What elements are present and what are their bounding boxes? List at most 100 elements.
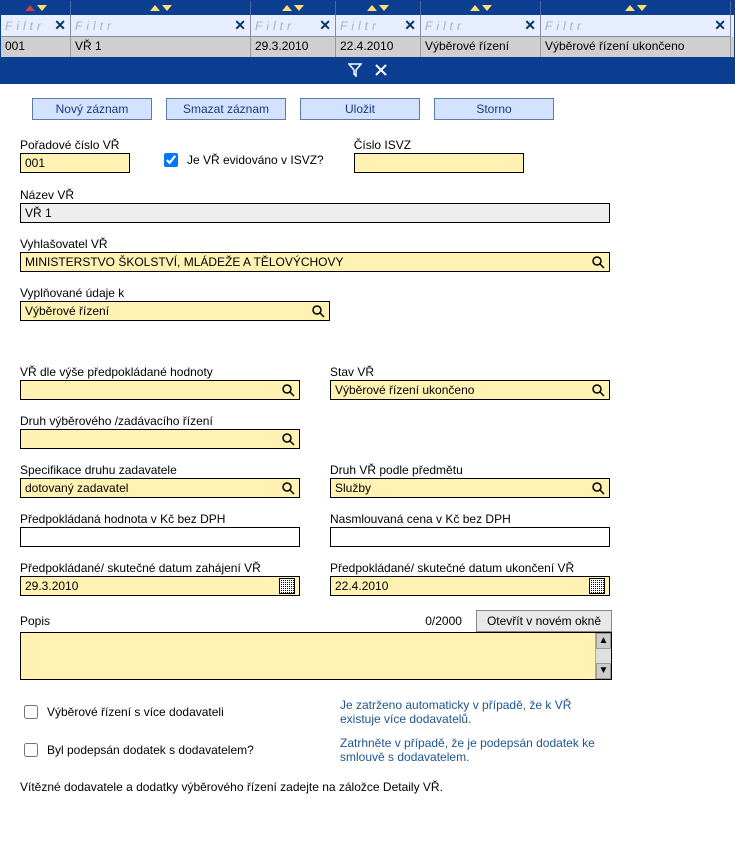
new-record-button[interactable]: Nový záznam — [32, 98, 152, 120]
cancel-button[interactable]: Storno — [434, 98, 554, 120]
grid-footer — [1, 57, 734, 83]
expected-price-input[interactable] — [20, 527, 300, 547]
amendment-checkbox[interactable] — [24, 743, 38, 757]
sort-cell[interactable] — [336, 1, 421, 15]
filter-cell[interactable]: Filtr✕ — [421, 15, 541, 37]
desc-counter: 0/2000 — [425, 614, 462, 628]
grid-sort-row — [1, 1, 734, 15]
scrollbar[interactable]: ▲ ▼ — [595, 633, 611, 679]
data-cell: Výběrové řízení ukončeno — [541, 37, 731, 57]
filter-placeholder: Filtr — [75, 19, 115, 33]
lookup-icon[interactable] — [591, 481, 605, 495]
sort-asc-icon — [470, 5, 480, 11]
scroll-down-icon[interactable]: ▼ — [596, 663, 611, 679]
clear-filter-icon[interactable]: ✕ — [524, 17, 536, 34]
data-grid: Filtr✕ Filtr✕ Filtr✕ Filtr✕ Filtr✕ Filtr… — [0, 0, 735, 84]
sort-desc-icon — [379, 5, 389, 11]
sort-desc-icon — [482, 5, 492, 11]
data-cell: Výběrové řízení — [421, 37, 541, 57]
grid-filter-row: Filtr✕ Filtr✕ Filtr✕ Filtr✕ Filtr✕ Filtr… — [1, 15, 734, 37]
filter-placeholder: Filtr — [255, 19, 295, 33]
clear-filter-icon[interactable]: ✕ — [234, 17, 246, 34]
filter-cell[interactable]: Filtr ✕ — [251, 15, 336, 37]
lookup-icon[interactable] — [591, 383, 605, 397]
sort-desc-icon — [162, 5, 172, 11]
declarant-label: Vyhlašovatel VŘ — [20, 237, 715, 251]
sort-cell[interactable] — [1, 1, 71, 15]
data-cell: VŘ 1 — [71, 37, 251, 57]
clear-filter-icon[interactable]: ✕ — [54, 17, 66, 34]
lookup-icon[interactable] — [311, 304, 325, 318]
delete-record-button[interactable]: Smazat záznam — [166, 98, 286, 120]
clear-filter-icon[interactable]: ✕ — [714, 17, 726, 34]
data-cell: 29.3.2010 — [251, 37, 336, 57]
lookup-icon[interactable] — [281, 383, 295, 397]
action-bar: Nový záznam Smazat záznam Uložit Storno — [0, 84, 735, 134]
declarant-input[interactable]: MINISTERSTVO ŠKOLSTVÍ, MLÁDEŽE A TĚLOVÝC… — [20, 252, 610, 272]
table-row[interactable]: 001 VŘ 1 29.3.2010 22.4.2010 Výběrové ří… — [1, 37, 734, 57]
end-date-input[interactable]: 22.4.2010 — [330, 576, 610, 596]
name-label: Název VŘ — [20, 188, 715, 202]
contracted-price-input[interactable] — [330, 527, 610, 547]
form-area: Pořadové číslo VŘ 001 Je VŘ evidováno v … — [0, 134, 735, 814]
start-date-label: Předpokládané/ skutečné datum zahájení V… — [20, 561, 300, 575]
calendar-icon[interactable] — [589, 578, 605, 594]
spec-label: Specifikace druhu zadavatele — [20, 463, 300, 477]
save-button[interactable]: Uložit — [300, 98, 420, 120]
clear-filter-icon[interactable]: ✕ — [319, 17, 331, 34]
sort-asc-icon — [367, 5, 377, 11]
filter-placeholder: Filtr — [5, 19, 45, 33]
lookup-icon[interactable] — [281, 432, 295, 446]
sort-desc-icon — [637, 5, 647, 11]
filter-icon[interactable] — [348, 63, 362, 77]
name-input[interactable]: VŘ 1 — [20, 203, 610, 223]
sort-cell[interactable] — [251, 1, 336, 15]
seq-label: Pořadové číslo VŘ — [20, 138, 130, 152]
sort-cell[interactable] — [421, 1, 541, 15]
data-cell: 001 — [1, 37, 71, 57]
lookup-icon[interactable] — [281, 481, 295, 495]
state-input[interactable]: Výběrové řízení ukončeno — [330, 380, 610, 400]
spec-input[interactable]: dotovaný zadavatel — [20, 478, 300, 498]
footer-note: Vítězné dodavatele a dodatky výběrového … — [20, 780, 715, 794]
sort-asc-icon — [282, 5, 292, 11]
clear-all-icon[interactable] — [374, 63, 388, 77]
multi-suppliers-checkbox[interactable] — [24, 705, 38, 719]
sort-cell[interactable] — [541, 1, 731, 15]
scroll-up-icon[interactable]: ▲ — [596, 633, 611, 649]
seq-input[interactable]: 001 — [20, 153, 130, 173]
end-date-label: Předpokládané/ skutečné datum ukončení V… — [330, 561, 610, 575]
isvz-checkbox-label: Je VŘ evidováno v ISVZ? — [187, 153, 324, 167]
multi-suppliers-label: Výběrové řízení s více dodavateli — [47, 705, 224, 719]
subject-kind-input[interactable]: Služby — [330, 478, 610, 498]
filter-placeholder: Filtr — [340, 19, 380, 33]
sort-asc-icon — [625, 5, 635, 11]
data-cell: 22.4.2010 — [336, 37, 421, 57]
filled-data-input[interactable]: Výběrové řízení — [20, 301, 330, 321]
amendment-help: Zatrhněte v případě, že je podepsán doda… — [340, 736, 600, 764]
filled-data-label: Vyplňované údaje k — [20, 286, 715, 300]
start-date-input[interactable]: 29.3.2010 — [20, 576, 300, 596]
clear-filter-icon[interactable]: ✕ — [404, 17, 416, 34]
filter-cell[interactable]: Filtr ✕ — [336, 15, 421, 37]
subject-kind-label: Druh VŘ podle předmětu — [330, 463, 610, 477]
sort-asc-active-icon — [25, 5, 35, 11]
lookup-icon[interactable] — [591, 255, 605, 269]
desc-textarea[interactable]: ▲ ▼ — [20, 632, 612, 680]
kind-label: Druh výběrového /zadávacího řízení — [20, 414, 715, 428]
sort-cell[interactable] — [71, 1, 251, 15]
open-new-window-button[interactable]: Otevřít v novém okně — [476, 610, 612, 632]
contracted-price-label: Nasmlouvaná cena v Kč bez DPH — [330, 512, 610, 526]
isvz-num-input[interactable] — [354, 153, 524, 173]
kind-input[interactable] — [20, 429, 300, 449]
by-value-input[interactable] — [20, 380, 300, 400]
state-label: Stav VŘ — [330, 365, 610, 379]
filter-cell[interactable]: Filtr ✕ — [1, 15, 71, 37]
isvz-checkbox[interactable] — [164, 153, 178, 167]
expected-price-label: Předpokládaná hodnota v Kč bez DPH — [20, 512, 300, 526]
calendar-icon[interactable] — [279, 578, 295, 594]
sort-desc-icon — [37, 5, 47, 11]
filter-cell[interactable]: Filtr✕ — [541, 15, 731, 37]
sort-asc-icon — [150, 5, 160, 11]
filter-cell[interactable]: Filtr ✕ — [71, 15, 251, 37]
